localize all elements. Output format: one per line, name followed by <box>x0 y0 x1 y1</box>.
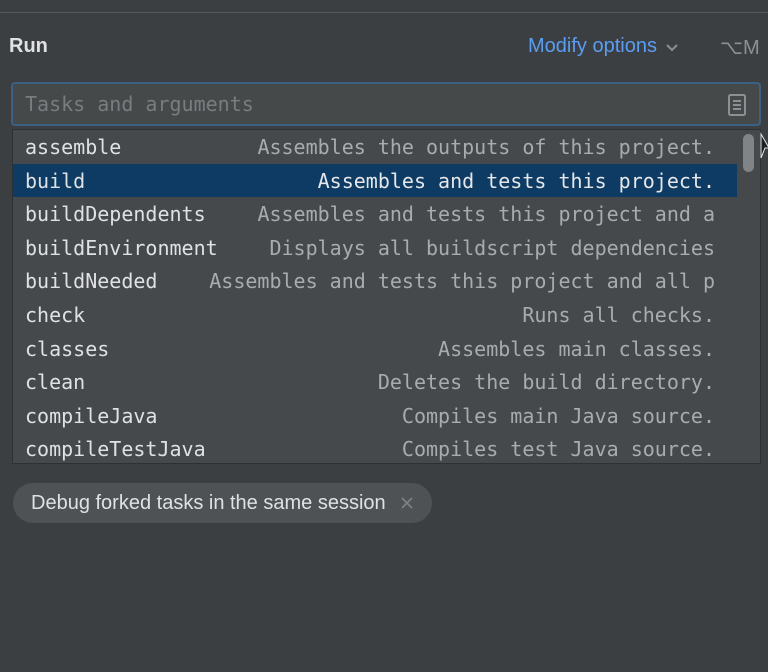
task-name: check <box>25 302 100 327</box>
mouse-cursor-icon <box>760 132 768 159</box>
task-list: assemble Assembles the outputs of this pr… <box>13 130 739 463</box>
tasks-input[interactable] <box>25 84 715 124</box>
task-completion-popup[interactable]: assemble Assembles the outputs of this pr… <box>12 129 761 464</box>
task-description: Compiles test Java source. <box>401 437 715 462</box>
task-name: assemble <box>25 135 136 159</box>
task-name: buildEnvironment <box>25 235 232 260</box>
task-list-item[interactable]: build Assembles and tests this project. <box>13 163 739 198</box>
popup-scrollbar[interactable] <box>737 130 760 463</box>
chip-label: Debug forked tasks in the same session <box>31 491 386 514</box>
task-list-item[interactable]: compileJava Compiles main Java source. <box>13 399 739 433</box>
task-name: compileTestJava <box>25 437 220 462</box>
task-list-item[interactable]: clean Deletes the build directory. <box>13 365 739 399</box>
task-description: Assembles the outputs of this project. <box>257 135 715 159</box>
task-list-item[interactable]: compileTestJava Compiles test Java source… <box>13 432 739 463</box>
chevron-down-icon <box>666 43 678 51</box>
task-description: Assembles and tests this project and all… <box>209 269 715 294</box>
task-description: Compiles main Java source. <box>401 403 715 428</box>
task-description: Assembles main classes. <box>438 336 715 361</box>
modify-options-label: Modify options <box>528 35 657 57</box>
task-list-item[interactable]: classes Assembles main classes. <box>13 332 739 366</box>
top-divider <box>0 12 768 13</box>
close-icon[interactable] <box>400 496 414 510</box>
task-name: classes <box>25 336 124 361</box>
modify-options-button[interactable]: Modify options <box>528 35 679 58</box>
task-description: Assembles and tests this project and a <box>257 202 715 227</box>
task-list-item[interactable]: buildDependents Assembles and tests this … <box>13 197 739 231</box>
task-name: compileJava <box>25 403 172 428</box>
task-list-item[interactable]: buildEnvironment Displays all buildscript… <box>13 231 739 265</box>
scroll-thumb[interactable] <box>743 134 754 172</box>
debug-forked-tasks-chip[interactable]: Debug forked tasks in the same session <box>13 483 432 523</box>
task-name: buildNeeded <box>25 269 172 294</box>
document-icon[interactable] <box>727 94 747 116</box>
task-list-item[interactable]: buildNeeded Assembles and tests this proj… <box>13 264 739 298</box>
task-description: Displays all buildscript dependencies <box>269 235 715 260</box>
task-name: buildDependents <box>25 202 220 227</box>
task-name: build <box>25 168 100 193</box>
task-description: Runs all checks. <box>522 302 715 327</box>
task-list-item[interactable]: check Runs all checks. <box>13 298 739 332</box>
modify-options-shortcut: ⌥M <box>720 37 760 59</box>
tasks-and-arguments-field[interactable] <box>11 82 761 126</box>
task-description: Assembles and tests this project. <box>317 168 715 193</box>
section-title: Run <box>9 35 48 57</box>
task-list-item[interactable]: assemble Assembles the outputs of this pr… <box>13 130 739 164</box>
task-name: clean <box>25 370 100 395</box>
task-description: Deletes the build directory. <box>377 370 715 395</box>
